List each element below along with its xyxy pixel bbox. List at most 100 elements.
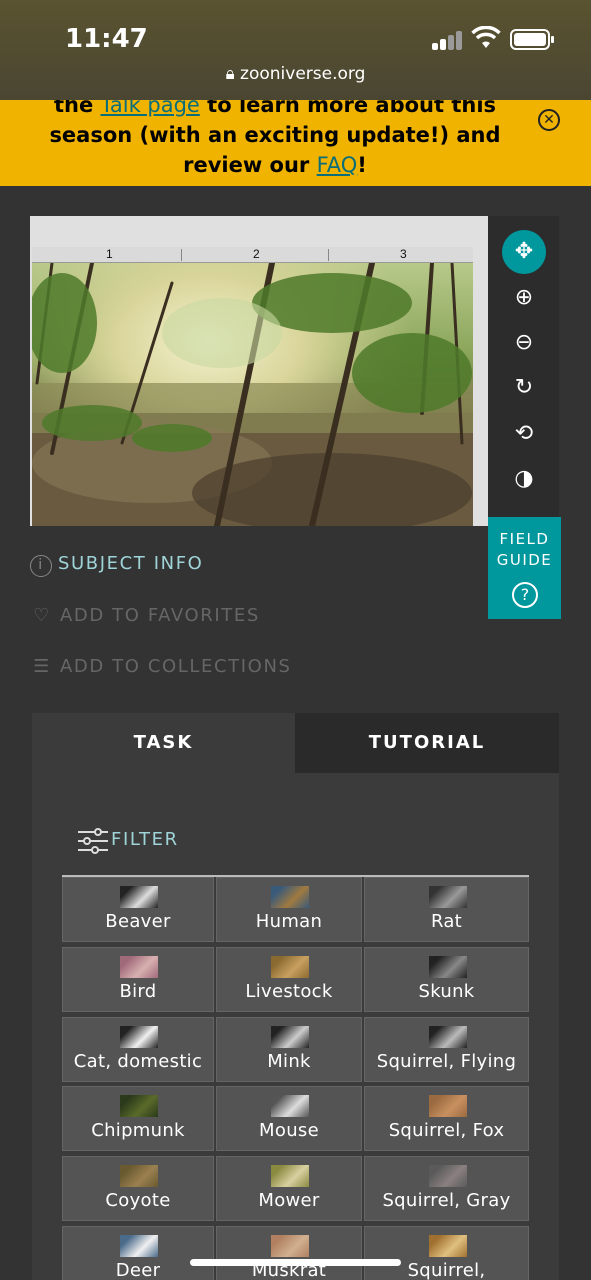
close-icon[interactable]: ✕ (538, 109, 560, 131)
species-thumbnail (120, 1095, 158, 1117)
species-label: Bird (119, 981, 157, 1002)
species-thumbnail (120, 1026, 158, 1048)
url-text: zooniverse.org (240, 64, 366, 84)
move-icon[interactable]: ✥ (502, 230, 546, 274)
species-button[interactable]: Squirrel, Gray (364, 1156, 529, 1221)
species-thumbnail (271, 886, 309, 908)
species-button[interactable]: Livestock (216, 947, 362, 1012)
list-icon: ☰ (33, 656, 51, 677)
species-label: Squirrel, Fox (388, 1120, 505, 1141)
frame-divider (181, 249, 182, 261)
zoom-in-icon[interactable]: ⊕ (502, 276, 546, 320)
field-guide-label: FIELD GUIDE (488, 529, 561, 571)
rotate-icon[interactable]: ↻ (502, 366, 546, 410)
species-button[interactable]: Squirrel, Flying (364, 1017, 529, 1082)
species-button[interactable]: Skunk (364, 947, 529, 1012)
status-bar: 11:47 🔒︎ zooniverse.org (0, 0, 591, 100)
banner-text-part: ! (357, 153, 367, 177)
heart-icon: ♡ (33, 605, 51, 626)
add-to-collections-button[interactable]: ☰ ADD TO COLLECTIONS (30, 653, 292, 681)
frame-divider (328, 249, 329, 261)
reset-icon[interactable]: ⟲ (502, 412, 546, 456)
filter-button[interactable]: FILTER (111, 826, 179, 854)
species-button[interactable]: Rat (364, 877, 529, 942)
species-label: Beaver (105, 911, 171, 932)
talk-page-link[interactable]: Talk page (101, 100, 200, 117)
frame-3-button[interactable]: 3 (400, 247, 407, 261)
battery-icon (510, 29, 554, 50)
species-button[interactable]: Human (216, 877, 362, 942)
species-thumbnail (120, 886, 158, 908)
species-button[interactable]: Coyote (62, 1156, 214, 1221)
species-thumbnail (271, 956, 309, 978)
wifi-icon (471, 26, 501, 48)
species-thumbnail (120, 1235, 158, 1257)
species-thumbnail (271, 1165, 309, 1187)
species-label: Mouse (259, 1120, 319, 1141)
species-thumbnail (271, 1235, 309, 1257)
invert-icon[interactable]: ◑ (502, 457, 546, 501)
tab-task[interactable]: TASK (32, 713, 295, 773)
forest-scene (32, 263, 473, 526)
species-button[interactable]: Muskrat (216, 1226, 362, 1280)
subject-info-button[interactable]: i SUBJECT INFO (30, 550, 203, 578)
home-indicator (190, 1259, 401, 1266)
species-thumbnail (271, 1026, 309, 1048)
banner-text-part: review our (183, 153, 317, 177)
species-thumbnail (429, 1165, 467, 1187)
frame-2-button[interactable]: 2 (253, 247, 260, 261)
species-label: Mink (267, 1051, 311, 1072)
species-button[interactable]: Deer (62, 1226, 214, 1280)
add-collections-label: ADD TO COLLECTIONS (60, 656, 292, 677)
add-favorites-label: ADD TO FAVORITES (60, 605, 260, 626)
banner-text-part: the (53, 100, 101, 117)
help-icon: ? (512, 582, 538, 608)
species-button[interactable]: Bird (62, 947, 214, 1012)
species-thumbnail (429, 886, 467, 908)
species-label: Squirrel, Gray (382, 1190, 511, 1211)
species-button[interactable]: Beaver (62, 877, 214, 942)
species-label: Coyote (105, 1190, 171, 1211)
species-button[interactable]: Mouse (216, 1086, 362, 1151)
species-label: Human (255, 911, 323, 932)
species-button[interactable]: Mink (216, 1017, 362, 1082)
species-thumbnail (429, 1026, 467, 1048)
clock: 11:47 (65, 24, 148, 54)
banner-text-line: season (with an exciting update!) and (49, 123, 501, 147)
banner-message: the Talk page to learn more about this s… (30, 100, 520, 180)
species-thumbnail (429, 956, 467, 978)
species-button[interactable]: Chipmunk (62, 1086, 214, 1151)
field-guide-label-line: FIELD (499, 530, 550, 548)
species-label: Livestock (245, 981, 333, 1002)
species-button[interactable]: Mower (216, 1156, 362, 1221)
address-bar[interactable]: 🔒︎ zooniverse.org (0, 64, 591, 84)
field-guide-button[interactable]: FIELD GUIDE ? (488, 517, 561, 619)
camera-trap-image[interactable] (32, 263, 473, 526)
zoom-out-icon[interactable]: ⊖ (502, 321, 546, 365)
subject-info-label: SUBJECT INFO (58, 553, 204, 574)
species-thumbnail (120, 1165, 158, 1187)
frame-1-button[interactable]: 1 (106, 247, 113, 261)
species-button[interactable]: Squirrel, (364, 1226, 529, 1280)
species-button[interactable]: Cat, domestic (62, 1017, 214, 1082)
species-label: Squirrel, Flying (376, 1051, 517, 1072)
species-thumbnail (429, 1235, 467, 1257)
lock-icon: 🔒︎ (225, 64, 235, 84)
species-label: Rat (430, 911, 463, 932)
filter-sliders-icon (78, 828, 108, 854)
add-to-favorites-button[interactable]: ♡ ADD TO FAVORITES (30, 602, 260, 630)
species-label: Mower (258, 1190, 320, 1211)
info-icon: i (30, 555, 52, 577)
species-label: Chipmunk (91, 1120, 185, 1141)
tab-tutorial[interactable]: TUTORIAL (295, 713, 559, 773)
faq-link[interactable]: FAQ (317, 153, 358, 177)
species-label: Cat, domestic (73, 1051, 203, 1072)
species-thumbnail (120, 956, 158, 978)
species-thumbnail (271, 1095, 309, 1117)
field-guide-label-line: GUIDE (496, 551, 553, 569)
species-label: Skunk (418, 981, 475, 1002)
cellular-signal-icon (432, 30, 464, 50)
banner-text-part: to learn more about this (199, 100, 497, 117)
species-thumbnail (429, 1095, 467, 1117)
species-button[interactable]: Squirrel, Fox (364, 1086, 529, 1151)
